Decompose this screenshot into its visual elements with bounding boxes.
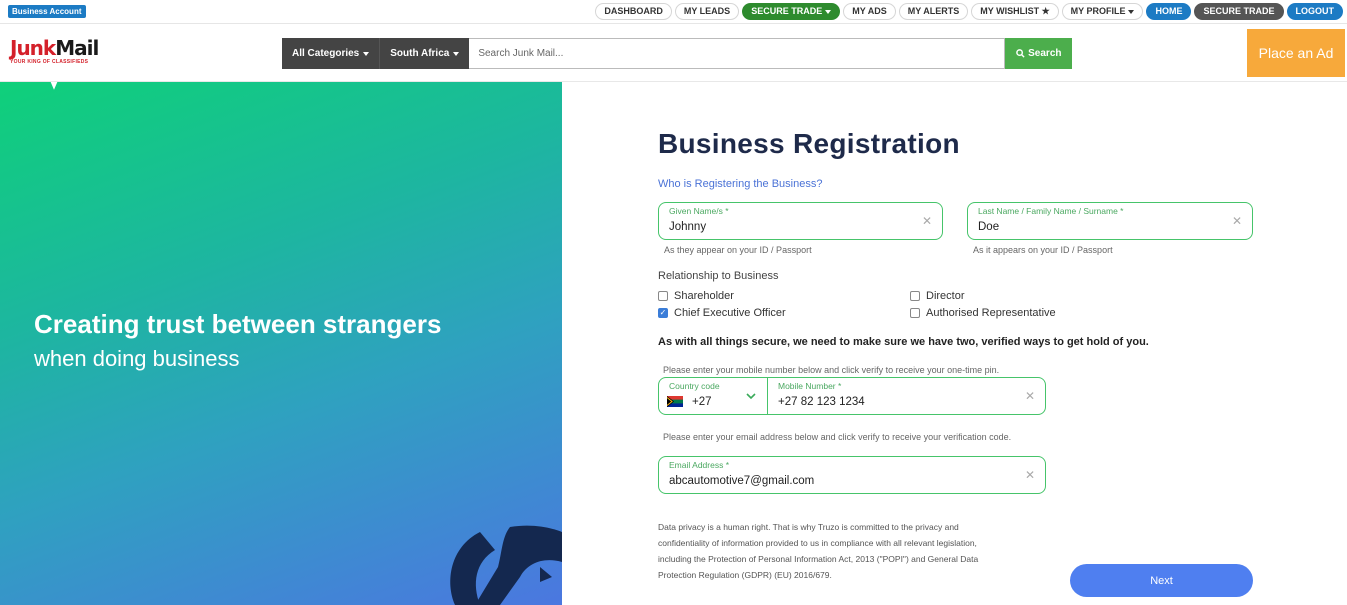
nav-logout-label: LOGOUT: [1295, 6, 1335, 16]
checkbox-box[interactable]: [910, 291, 920, 301]
last-name-label: Last Name / Family Name / Surname *: [978, 206, 1124, 216]
caret-down-icon: [453, 51, 460, 56]
chevron-down-icon: [746, 393, 756, 400]
mobile-number-value: +27 82 123 1234: [778, 396, 865, 408]
checkbox-box[interactable]: [658, 291, 668, 301]
region-dropdown-label: South Africa: [390, 48, 450, 59]
nav-my-wishlist-label: MY WISHLIST ★: [980, 6, 1050, 16]
checkbox-checked-icon[interactable]: ✓: [658, 308, 668, 318]
nav-dashboard-label: DASHBOARD: [604, 6, 663, 16]
checkbox-box[interactable]: [910, 308, 920, 318]
relationship-label: Relationship to Business: [658, 270, 779, 282]
given-name-value: Johnny: [669, 221, 707, 233]
privacy-statement: Data privacy is a human right. That is w…: [658, 522, 979, 580]
checkbox-authorised-rep[interactable]: Authorised Representative: [910, 307, 1056, 319]
given-name-hint: As they appear on your ID / Passport: [664, 245, 812, 255]
last-name-field[interactable]: Last Name / Family Name / Surname * Doe …: [967, 202, 1253, 240]
nav-home-label: HOME: [1155, 6, 1183, 16]
nav-my-leads-label: MY LEADS: [683, 6, 731, 16]
site-header: JunkMail YOUR KING OF CLASSIFIEDS All Ca…: [0, 25, 1347, 82]
caret-down-icon: [825, 9, 832, 14]
checkbox-authorised-rep-label: Authorised Representative: [926, 307, 1056, 319]
place-ad-button[interactable]: Place an Ad: [1247, 29, 1345, 77]
security-notice: As with all things secure, we need to ma…: [658, 336, 1149, 348]
mobile-hint: Please enter your mobile number below an…: [663, 365, 1000, 375]
caret-down-icon: [363, 51, 370, 56]
country-code-value: +27: [692, 396, 712, 408]
page-title: Business Registration: [658, 128, 960, 159]
checkbox-ceo-label: Chief Executive Officer: [674, 307, 786, 319]
mobile-number-label: Mobile Number *: [778, 381, 842, 391]
search-input[interactable]: [469, 38, 1006, 69]
nav-my-ads-label: MY ADS: [852, 6, 887, 16]
clear-icon[interactable]: ✕: [922, 214, 932, 228]
email-value: abcautomotive7@gmail.com: [669, 475, 815, 487]
given-name-label: Given Name/s *: [669, 206, 729, 216]
hero-headline: Creating trust between strangers: [34, 309, 442, 339]
truzo-shield-icon: [450, 525, 562, 605]
nav-home[interactable]: HOME: [1146, 3, 1192, 20]
email-label: Email Address *: [669, 460, 729, 470]
clear-icon[interactable]: ✕: [1025, 389, 1035, 403]
clear-icon[interactable]: ✕: [1025, 468, 1035, 482]
checkbox-director[interactable]: Director: [910, 290, 965, 302]
search-bar: All Categories South Africa Search: [282, 38, 1073, 69]
caret-down-icon: [1128, 9, 1135, 14]
search-button[interactable]: Search: [1005, 38, 1073, 69]
next-button[interactable]: Next: [1070, 564, 1253, 597]
form-subtitle: Who is Registering the Business?: [658, 178, 823, 190]
email-field[interactable]: Email Address * abcautomotive7@gmail.com…: [658, 456, 1046, 494]
mobile-number-group: Country code +27 Mobile Number * +27 82 …: [658, 377, 1046, 415]
nav-secure-trade-dropdown[interactable]: SECURE TRADE: [742, 3, 841, 20]
hero-subline: when doing business: [34, 346, 240, 371]
south-africa-flag-icon: [667, 396, 683, 407]
nav-my-alerts-label: MY ALERTS: [907, 6, 960, 16]
nav-dashboard[interactable]: DASHBOARD: [595, 3, 672, 20]
junkmail-logo[interactable]: JunkMail YOUR KING OF CLASSIFIEDS: [10, 37, 110, 71]
nav-secure-trade-label: SECURE TRADE: [751, 6, 823, 16]
nav-my-leads[interactable]: MY LEADS: [674, 3, 740, 20]
country-code-label: Country code: [669, 381, 720, 391]
mobile-number-field[interactable]: Mobile Number * +27 82 123 1234 ✕: [768, 378, 1045, 414]
logo-wordmark: JunkMail: [10, 37, 110, 59]
nav-my-ads[interactable]: MY ADS: [843, 3, 896, 20]
checkbox-shareholder[interactable]: Shareholder: [658, 290, 734, 302]
nav-my-alerts[interactable]: MY ALERTS: [898, 3, 969, 20]
registration-form: Business Registration Who is Registering…: [562, 82, 1347, 605]
region-dropdown[interactable]: South Africa: [379, 38, 470, 69]
nav-my-profile-dropdown[interactable]: MY PROFILE: [1061, 3, 1144, 20]
clear-icon[interactable]: ✕: [1232, 214, 1242, 228]
email-hint: Please enter your email address below an…: [663, 432, 1012, 442]
given-name-field[interactable]: Given Name/s * Johnny ✕: [658, 202, 943, 240]
category-dropdown-label: All Categories: [292, 48, 360, 59]
nav-my-profile-label: MY PROFILE: [1070, 6, 1126, 16]
nav-secure-trade-2-label: SECURE TRADE: [1203, 6, 1275, 16]
search-button-label: Search: [1028, 48, 1062, 59]
logo-junk: Junk: [10, 36, 56, 60]
hero-panel: Creating trust between strangers when do…: [0, 82, 562, 605]
nav-my-wishlist[interactable]: MY WISHLIST ★: [971, 3, 1059, 20]
business-account-badge[interactable]: Business Account: [8, 5, 86, 18]
country-code-select[interactable]: Country code +27: [659, 378, 767, 414]
search-icon: [1016, 49, 1025, 58]
top-utility-bar: Business Account DASHBOARD MY LEADS SECU…: [0, 0, 1347, 24]
category-dropdown[interactable]: All Categories: [282, 38, 380, 69]
nav-logout[interactable]: LOGOUT: [1286, 3, 1343, 20]
logo-mail: Mail: [55, 36, 99, 60]
checkbox-director-label: Director: [926, 290, 965, 302]
nav-secure-trade[interactable]: SECURE TRADE: [1194, 3, 1284, 20]
truzo-logo-partial-icon: [50, 82, 58, 90]
top-nav: DASHBOARD MY LEADS SECURE TRADE MY ADS M…: [595, 3, 1343, 20]
checkbox-ceo[interactable]: ✓ Chief Executive Officer: [658, 307, 786, 319]
last-name-value: Doe: [978, 221, 1000, 233]
last-name-hint: As it appears on your ID / Passport: [973, 245, 1113, 255]
checkbox-shareholder-label: Shareholder: [674, 290, 734, 302]
